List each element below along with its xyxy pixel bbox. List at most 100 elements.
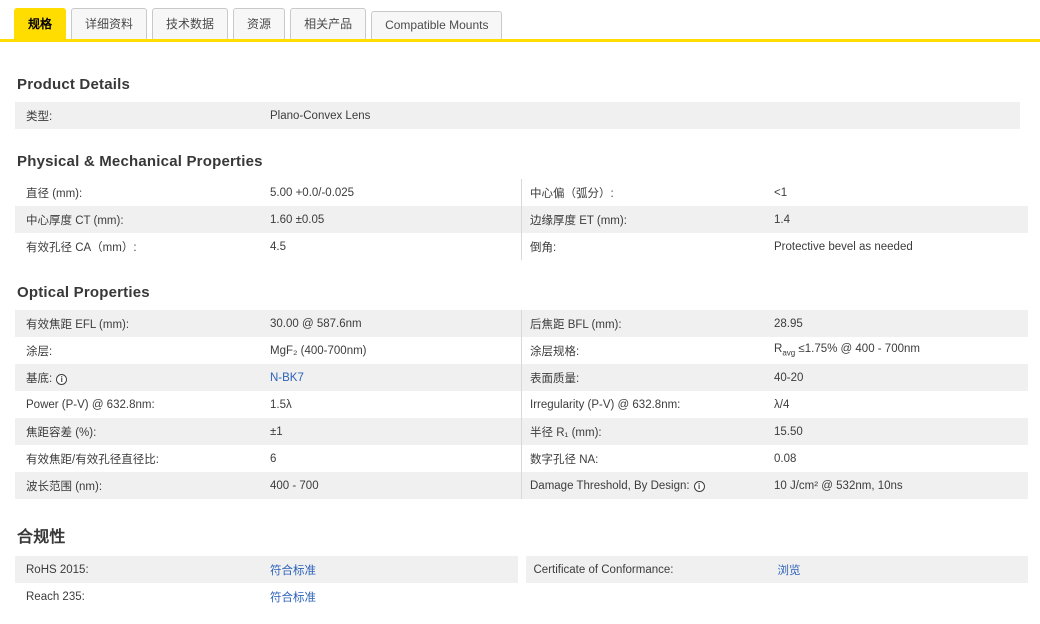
- spec-row: 涂层: MgF₂ (400-700nm): [15, 337, 521, 364]
- section-title-product-details: Product Details: [17, 76, 131, 93]
- spec-value: 28.95: [774, 317, 803, 330]
- section-product-details: Product Details 类型: Plano-Convex Lens: [15, 76, 1028, 129]
- spec-value: 符合标准: [270, 589, 518, 605]
- spec-row: 数字孔径 NA: 0.08: [522, 445, 1028, 472]
- spec-row: 波长范围 (nm): 400 - 700: [15, 472, 521, 499]
- spec-table-right: Certificate of Conformance: 浏览: [525, 556, 1029, 583]
- tab-bar: 规格 详细资料 技术数据 资源 相关产品 Compatible Mounts: [0, 0, 1040, 39]
- spec-value: 4.5: [270, 240, 286, 253]
- section-optical-properties: Optical Properties 有效焦距 EFL (mm): 30.00 @ …: [15, 284, 1028, 499]
- spec-row: 有效焦距 EFL (mm): 30.00 @ 587.6nm: [15, 310, 521, 337]
- spec-table-right: 后焦距 BFL (mm): 28.95 涂层规格: Ravg ≤1.75% @ 400…: [522, 310, 1028, 499]
- spec-label-text: 半径 R₁ (mm):: [530, 426, 602, 439]
- spec-value: <1: [774, 186, 788, 199]
- spec-row: Power (P-V) @ 632.8nm: 1.5λ: [15, 391, 521, 418]
- spec-value: Ravg ≤1.75% @ 400 - 700nm: [774, 343, 920, 358]
- spec-value: 5.00 +0.0/-0.025: [270, 186, 355, 199]
- spec-label: 涂层:: [26, 343, 270, 359]
- spec-label: Certificate of Conformance:: [534, 564, 778, 576]
- spec-row: 基底: i N-BK7: [15, 364, 521, 391]
- spec-value-link[interactable]: N-BK7: [270, 372, 304, 384]
- spec-value: 1.5λ: [270, 398, 292, 411]
- spec-label-text: 边缘厚度 ET (mm):: [530, 214, 627, 227]
- spec-row: 有效孔径 CA（mm）: 4.5: [15, 233, 521, 260]
- spec-value: 40-20: [774, 371, 804, 384]
- spec-row: 倒角: Protective bevel as needed: [522, 233, 1028, 260]
- spec-label-text: 直径 (mm):: [26, 187, 83, 200]
- tab-related-products[interactable]: 相关产品: [290, 8, 367, 39]
- spec-label: 有效焦距/有效孔径直径比:: [26, 451, 270, 467]
- section-physical-mechanical: Physical & Mechanical Properties 直径 (mm):…: [15, 153, 1028, 260]
- spec-label-text: 后焦距 BFL (mm):: [530, 318, 622, 331]
- section-title-optical-properties: Optical Properties: [17, 284, 150, 301]
- section-title-compliance: 合规性: [17, 529, 66, 546]
- spec-label-text: Irregularity (P-V) @ 632.8nm:: [530, 398, 681, 411]
- spec-table-left: 有效焦距 EFL (mm): 30.00 @ 587.6nm 涂层: MgF₂ (40…: [15, 310, 522, 499]
- spec-label-text: Power (P-V) @ 632.8nm:: [26, 398, 155, 411]
- spec-label-text: 中心偏（弧分）:: [530, 187, 614, 200]
- spec-label-text: Damage Threshold, By Design:: [530, 479, 690, 492]
- info-icon[interactable]: i: [693, 480, 705, 492]
- spec-label-text: 有效孔径 CA（mm）:: [26, 241, 137, 254]
- spec-value-link[interactable]: 符合标准: [270, 592, 316, 604]
- spec-label-text: 有效焦距 EFL (mm):: [26, 318, 130, 331]
- spec-value: 浏览: [778, 562, 1029, 578]
- spec-label-text: 倒角:: [530, 241, 557, 254]
- tab-tech-data[interactable]: 技术数据: [152, 8, 229, 39]
- spec-label: 有效焦距 EFL (mm):: [26, 316, 270, 332]
- spec-label: 波长范围 (nm):: [26, 478, 270, 494]
- spec-row: 半径 R₁ (mm): 15.50: [522, 418, 1028, 445]
- spec-row: RoHS 2015: 符合标准: [15, 556, 518, 583]
- spec-label: 涂层规格:: [530, 343, 774, 359]
- spec-value: ±1: [270, 425, 283, 438]
- tab-specs[interactable]: 规格: [14, 8, 67, 39]
- spec-label: Damage Threshold, By Design: i: [530, 479, 774, 492]
- spec-value: 10 J/cm² @ 532nm, 10ns: [774, 479, 903, 492]
- spec-row: 后焦距 BFL (mm): 28.95: [522, 310, 1028, 337]
- spec-label: RoHS 2015:: [26, 564, 270, 576]
- spec-value: 1.4: [774, 213, 790, 226]
- spec-table-left: 类型: Plano-Convex Lens: [15, 102, 1020, 129]
- tab-details[interactable]: 详细资料: [71, 8, 148, 39]
- accent-underline: [0, 39, 1040, 42]
- spec-label-text: 涂层规格:: [530, 345, 580, 358]
- section-columns: 直径 (mm): 5.00 +0.0/-0.025 中心厚度 CT (mm): 1.6…: [15, 179, 1028, 260]
- spec-label: Reach 235:: [26, 591, 270, 603]
- spec-value: Plano-Convex Lens: [270, 109, 371, 122]
- tab-compatible-mounts[interactable]: Compatible Mounts: [371, 11, 503, 39]
- section-columns: 类型: Plano-Convex Lens: [15, 102, 1028, 129]
- spec-row: Irregularity (P-V) @ 632.8nm: λ/4: [522, 391, 1028, 418]
- spec-label: 边缘厚度 ET (mm):: [530, 212, 774, 228]
- spec-label-text: 中心厚度 CT (mm):: [26, 214, 124, 227]
- spec-value: 1.60 ±0.05: [270, 213, 325, 226]
- spec-row: Damage Threshold, By Design: i 10 J/cm² @ …: [522, 472, 1028, 499]
- spec-label: 后焦距 BFL (mm):: [530, 316, 774, 332]
- spec-value-link[interactable]: 符合标准: [270, 565, 316, 577]
- spec-table-right: 中心偏（弧分）: <1 边缘厚度 ET (mm): 1.4 倒角: Protective …: [522, 179, 1028, 260]
- spec-label-text: 有效焦距/有效孔径直径比:: [26, 453, 159, 466]
- spec-label-text: 表面质量:: [530, 372, 580, 385]
- spec-row: 涂层规格: Ravg ≤1.75% @ 400 - 700nm: [522, 337, 1028, 364]
- spec-label-text: 基底:: [26, 372, 53, 386]
- spec-value: 符合标准: [270, 562, 518, 578]
- spec-label: Power (P-V) @ 632.8nm:: [26, 399, 270, 411]
- spec-value: 6: [270, 452, 277, 465]
- spec-label: 数字孔径 NA:: [530, 451, 774, 467]
- spec-table-left: 直径 (mm): 5.00 +0.0/-0.025 中心厚度 CT (mm): 1.6…: [15, 179, 522, 260]
- spec-label-text: 数字孔径 NA:: [530, 453, 599, 466]
- spec-row: 焦距容差 (%): ±1: [15, 418, 521, 445]
- spec-row: 直径 (mm): 5.00 +0.0/-0.025: [15, 179, 521, 206]
- tab-resources[interactable]: 资源: [233, 8, 286, 39]
- spec-value: 15.50: [774, 425, 803, 438]
- spec-label: 中心偏（弧分）:: [530, 185, 774, 201]
- spec-label: 倒角:: [530, 239, 774, 255]
- spec-label: 有效孔径 CA（mm）:: [26, 239, 270, 255]
- spec-table-left: RoHS 2015: 符合标准 Reach 235: 符合标准: [15, 556, 518, 610]
- spec-label-text: RoHS 2015:: [26, 563, 89, 576]
- spec-value: MgF₂ (400-700nm): [270, 344, 367, 357]
- spec-label: 基底: i: [26, 370, 270, 386]
- spec-value-link[interactable]: 浏览: [778, 565, 801, 577]
- spec-label-text: 类型:: [26, 110, 53, 123]
- info-icon[interactable]: i: [56, 373, 68, 385]
- spec-row: 类型: Plano-Convex Lens: [15, 102, 1020, 129]
